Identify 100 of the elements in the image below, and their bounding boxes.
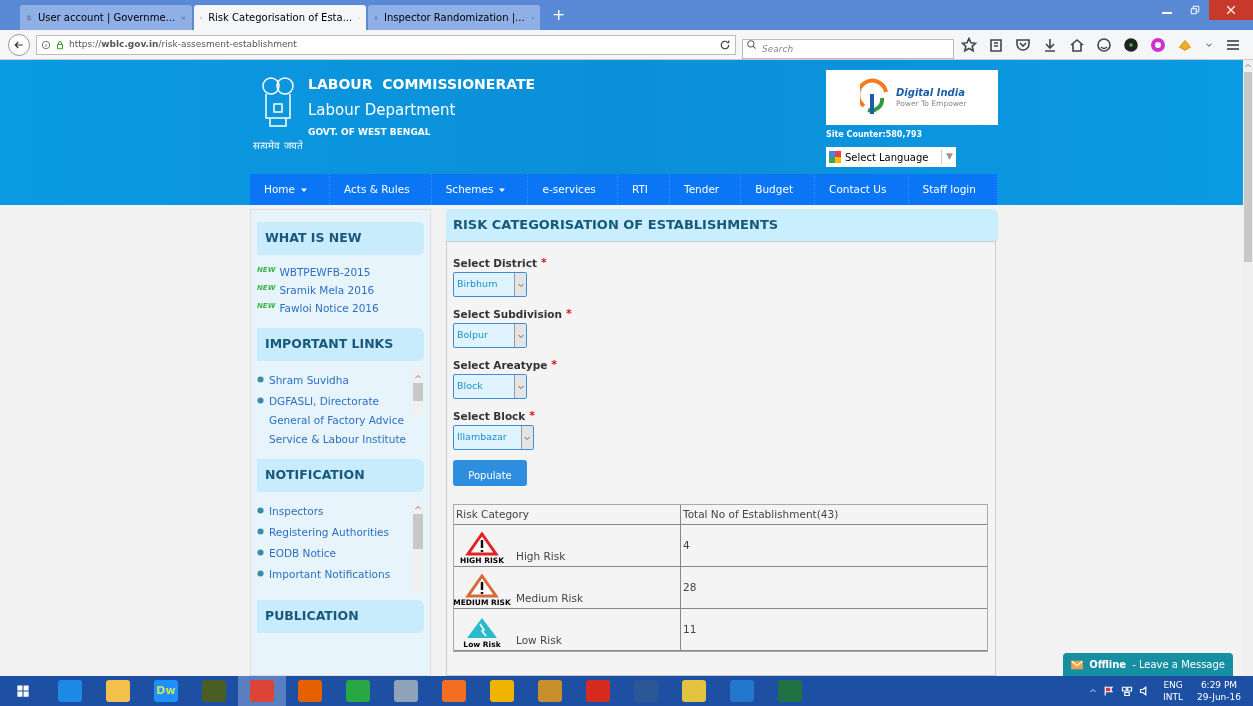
news-link[interactable]: Sramik Mela 2016 [279,282,375,299]
app-label: Dw [156,682,176,699]
page-title: RISK CATEGORISATION OF ESTABLISHMENTS [446,209,998,241]
search-field[interactable]: Search [742,38,954,59]
back-button[interactable] [8,33,30,56]
chevron-up-icon [1089,687,1098,695]
org-title: LABOUR COMMISSIONERATE [308,75,536,94]
bullet-icon [257,507,264,515]
news-link[interactable]: WBTPEWFB-2015 [279,265,371,281]
field-label: Select Subdivision [453,307,562,321]
category-text: Medium Risk [516,591,584,607]
info-icon [41,39,51,50]
table-cell: 11 [681,609,987,651]
envelope-icon [1071,658,1084,671]
flag-icon [1103,685,1116,697]
required-mark: * [565,307,572,321]
tab-title: Risk Categorisation of Esta... [208,11,353,25]
nav-item[interactable]: Acts & Rules [330,174,432,205]
motto-text: सत्यमेव जयते [253,139,303,153]
minimize-icon[interactable] [1162,12,1172,14]
news-link[interactable]: Fawloi Notice 2016 [279,300,379,317]
sidebar-link[interactable]: Registering Authorities [269,523,390,543]
sidebar-link[interactable]: EODB Notice [269,544,337,564]
clock-date[interactable]: 29-Jun-16 [1197,691,1241,703]
close-button[interactable] [1209,0,1253,20]
category-text: Low Risk [516,633,562,649]
scrollbar[interactable] [412,371,424,416]
nav-item[interactable]: RTI [617,174,670,205]
warning-icon [465,574,499,598]
bullet-icon [257,397,264,405]
pocket-icon [1015,36,1031,53]
reload-icon [719,38,731,51]
category-text: High Risk [516,549,566,565]
sidebar-link[interactable]: Shram Suvidha [269,371,349,391]
browser-tab[interactable]: Risk Categorisation of Esta... [194,5,366,30]
url-field[interactable]: https://wblc.gov.in/risk-assesment-establishment [36,34,736,55]
scrollbar-thumb[interactable] [413,514,423,550]
color-wheel-icon [1150,36,1166,53]
clock-time[interactable]: 6:29 PM [1200,679,1238,691]
populate-button[interactable]: Populate [453,460,527,486]
table-cell: 4 [681,525,987,567]
language-indicator[interactable]: ENG [1163,679,1183,691]
nav-item[interactable]: Contact Us [815,174,909,205]
field-label: Select Block [453,409,526,423]
field-label: Select District [453,256,537,270]
download-icon [1042,36,1058,53]
clipboard-icon [988,36,1004,53]
windows-logo-icon [14,682,32,700]
browser-tab[interactable]: Inspector Randomization |... [368,5,540,30]
required-mark: * [540,256,547,270]
table-cell: 28 [681,567,987,609]
column-header: Total No of Establishment(43) [681,505,987,525]
nav-item[interactable]: e-services [528,174,618,205]
section-heading: IMPORTANT LINKS [257,328,424,362]
logo-name: Digital India [896,87,966,99]
site-counter: Site Counter:580,793 [826,129,923,141]
tab-title: Inspector Randomization |... [384,11,525,25]
tab-title: User account | Governme... [37,11,176,25]
dropdown[interactable]: Birbhum [453,272,527,297]
government-label: GOVT. OF WEST BENGAL [308,125,432,139]
mountain-icon [465,616,499,640]
required-mark: * [529,409,536,423]
nav-item[interactable]: Staff login [908,174,998,205]
nav-item[interactable]: Tender [670,174,742,205]
dropdown[interactable]: Block [453,374,527,399]
field-label: Select Areatype [453,358,548,372]
chat-widget[interactable]: Offline - Leave a Message [1063,653,1233,676]
section-heading: PUBLICATION [257,600,424,634]
nav-item[interactable]: Budget [741,174,816,205]
required-mark: * [551,358,558,372]
nav-item[interactable]: Home [250,174,331,205]
layout-indicator[interactable]: INTL [1163,691,1184,703]
language-select[interactable]: Select Language ▼ [826,147,956,167]
browser-tab[interactable]: User account | Governme... [20,5,192,30]
sidebar-link[interactable]: DGFASLI, Directorate General of Factory Advice Service & Labour Institute [269,392,410,450]
bullet-icon [257,570,264,578]
url-text: https://wblc.gov.in/risk-assesment-establishment [69,37,298,51]
section-heading: WHAT IS NEW [257,222,424,255]
section-heading: NOTIFICATION [257,459,424,493]
dropdown[interactable]: Illambazar [453,425,534,450]
scrollbar[interactable] [412,502,424,591]
padlock-icon [55,39,65,50]
warning-icon [465,532,499,556]
sidebar-link[interactable]: Important Notifications [269,565,391,585]
scrollbar-thumb[interactable] [1244,72,1252,262]
nav-item[interactable]: Schemes [431,174,529,205]
star-icon [961,36,977,53]
bullet-icon [257,528,264,536]
new-tab-button[interactable]: + [542,3,576,27]
restore-icon [1190,5,1200,15]
chevron-up-icon [1244,62,1252,70]
bullet-icon [257,549,264,557]
department-title: Labour Department [308,100,457,121]
dropdown[interactable]: Bolpur [453,323,527,348]
scrollbar-thumb[interactable] [413,383,423,401]
close-icon [1225,4,1237,16]
network-icon [1121,685,1134,697]
search-icon [746,38,757,50]
sidebar-link[interactable]: Inspectors [269,502,324,522]
home-icon [1069,36,1085,53]
